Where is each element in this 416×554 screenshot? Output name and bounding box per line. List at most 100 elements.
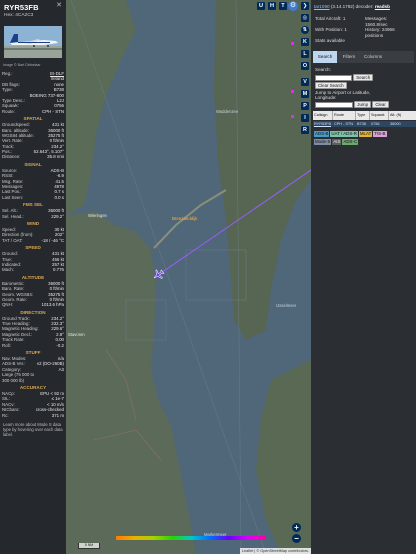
col-callsign[interactable]: Callsign bbox=[313, 111, 333, 120]
section-fms: FMS SEL bbox=[23, 202, 43, 208]
wind-value: -18 / -46 °C bbox=[41, 237, 65, 243]
attribution-text[interactable]: Leaflet | © OpenStreetMap contributors. bbox=[242, 549, 309, 553]
spatial-list: Groundspeed: 431 kt Baro. altitude: 36000 f… bbox=[2, 122, 64, 160]
col-squawk[interactable]: Squawk bbox=[370, 111, 389, 120]
left-footer-note: Learn more about Mode S data type by hov… bbox=[3, 421, 63, 438]
spatial-value: 35.8 nmi bbox=[47, 154, 64, 160]
map-attribution: Leaflet | © OpenStreetMap contributors. bbox=[239, 548, 311, 554]
col-altitude[interactable]: Alt. (ft) bbox=[389, 111, 416, 120]
fms-list: Sel. Alt.: 36000 ft Sel. Head.: 229.2° bbox=[2, 208, 64, 219]
version-text: (3.14.1792) bbox=[330, 3, 355, 9]
signal-label: Last Seen: bbox=[2, 194, 23, 200]
aircraft-info-panel: RYR53FB Hex: 4CA2C3 ✕ Image © Bart Dibbe… bbox=[0, 0, 66, 554]
legend-adsb: ADS-B bbox=[314, 131, 330, 137]
section-direction: DIRECTION bbox=[20, 309, 46, 315]
jump-label: Jump to Airport or Latitude, Longitude: bbox=[315, 90, 371, 100]
jump-button[interactable]: Jump bbox=[354, 101, 372, 108]
marker-magenta-3 bbox=[291, 115, 294, 118]
map-button-u[interactable]: U bbox=[257, 2, 265, 10]
section-stuff: STUFF bbox=[25, 350, 41, 356]
section-speed: SPEED bbox=[25, 245, 41, 251]
legend-modes: Mode-S bbox=[314, 138, 332, 145]
jump-input[interactable] bbox=[315, 101, 353, 109]
tab-search[interactable]: Search bbox=[313, 51, 337, 63]
tar1090-link[interactable]: tar1090 bbox=[314, 4, 330, 9]
aircraft-photo[interactable] bbox=[4, 26, 62, 58]
accuracy-value: 371 m bbox=[51, 412, 64, 418]
source-legend: ADS-B UAT / ADS-R MLAT TIS-B Mode-S AIS ADS-C bbox=[314, 130, 414, 145]
toggle-r[interactable]: R bbox=[301, 126, 309, 134]
tab-filters[interactable]: Filters bbox=[337, 51, 361, 63]
toggle-m[interactable]: M bbox=[301, 90, 309, 98]
map-button-t[interactable]: T bbox=[279, 2, 287, 10]
clear-button[interactable]: Clear bbox=[372, 101, 389, 108]
fms-value: 229.2° bbox=[51, 213, 64, 219]
toggle-i[interactable]: I bbox=[301, 114, 309, 122]
panel-expand-chevron-icon[interactable]: ❯ bbox=[301, 2, 309, 10]
close-icon[interactable]: ✕ bbox=[55, 2, 63, 10]
search-input[interactable] bbox=[315, 74, 352, 82]
search-label: Search: bbox=[315, 67, 331, 72]
tab-columns[interactable]: Columns bbox=[361, 51, 385, 63]
section-signal: SIGNAL bbox=[24, 161, 42, 167]
decoder-label: decoder: bbox=[355, 3, 374, 9]
fms-label: Sel. Head.: bbox=[2, 213, 24, 219]
toggle-l[interactable]: L bbox=[301, 50, 309, 58]
route-value: CPH - STN bbox=[42, 108, 64, 114]
jump-row: Jump Clear bbox=[315, 101, 415, 109]
search-section: Search: Search Clear Search Jump to Airp… bbox=[315, 67, 415, 109]
aircraft-photo-image bbox=[4, 26, 62, 58]
clear-search-button[interactable]: Clear Search bbox=[315, 82, 347, 89]
zoom-in-button[interactable]: + bbox=[292, 523, 301, 532]
legend-tisb: TIS-B bbox=[373, 131, 387, 137]
col-type[interactable]: Type bbox=[356, 111, 370, 120]
legend-uat-adsr: UAT / ADS-R bbox=[330, 131, 358, 137]
legend-ais: AIS bbox=[332, 138, 342, 145]
map-canvas[interactable]: Wieringen Breezanddijk Waddenzee IJsselm… bbox=[66, 0, 311, 554]
accuracy-label: Rc: bbox=[2, 412, 9, 418]
speed-label: Mach: bbox=[2, 267, 14, 273]
layers-icon[interactable]: ◎ bbox=[301, 14, 309, 22]
stats-block: Total Aircraft: 1 Messages: 1560.8/sec Wi… bbox=[315, 16, 415, 44]
accuracy-list: NACp: EPU < 92 m SIL: ≤ 1e-7 NACv: < 10 m/s NI… bbox=[2, 391, 64, 418]
table-row[interactable]: RYR53FB CPH - STN B738 0756 36000 bbox=[313, 121, 416, 127]
label-town1: Wieringen bbox=[88, 213, 108, 218]
section-accuracy: ACCURACY bbox=[19, 384, 47, 390]
signal-list: Source: ADS-B RSSI: -6.9 Msg. Rate: 41.5 Messa… bbox=[2, 168, 64, 200]
wind-label: TAT / OAT: bbox=[2, 237, 23, 243]
sort-icon[interactable]: ⇅ bbox=[301, 26, 309, 34]
toggle-o[interactable]: O bbox=[301, 62, 309, 70]
label-town3: Stavoren bbox=[68, 332, 85, 337]
altitude-label: QNH: bbox=[2, 302, 13, 308]
aircraft-table-header: Callsign Route Type Squawk Alt. (ft) bbox=[313, 111, 416, 120]
clear-search-row: Clear Search bbox=[315, 82, 415, 90]
aircraft-header: RYR53FB Hex: 4CA2C3 ✕ bbox=[2, 1, 64, 23]
altitude-color-legend bbox=[116, 536, 266, 540]
type-label: Type: bbox=[2, 87, 13, 93]
aircraft-hex: Hex: 4CA2C3 bbox=[4, 13, 34, 18]
toggle-v[interactable]: V bbox=[301, 78, 309, 86]
cell-callsign[interactable]: RYR53FB bbox=[313, 121, 333, 127]
decoder-link[interactable]: readsb bbox=[375, 4, 390, 9]
search-button[interactable]: Search bbox=[353, 74, 374, 81]
signal-value: 0.0 s bbox=[54, 194, 64, 200]
altitude-value: 1013.6 hPa bbox=[41, 302, 64, 308]
settings-gear-icon[interactable]: ⚙ bbox=[288, 1, 298, 11]
stuff-value: A3 bbox=[58, 366, 64, 372]
map-scale: 5 NM bbox=[78, 543, 100, 549]
toggle-k[interactable]: K bbox=[301, 38, 309, 46]
speed-value: 0.776 bbox=[53, 267, 64, 273]
map-button-h[interactable]: H bbox=[268, 2, 276, 10]
marker-magenta-1 bbox=[291, 42, 294, 45]
direction-list: Ground Track: 234.2° True Heading: 232.3° Ma… bbox=[2, 316, 64, 348]
direction-label: Roll: bbox=[2, 342, 11, 348]
zoom-out-button[interactable]: − bbox=[292, 534, 301, 543]
stats-available-link[interactable]: Stats available bbox=[315, 38, 415, 44]
altitude-list: Barometric: 36000 ft Baro. Rate: 0 ft/min Ge… bbox=[2, 281, 64, 308]
aircraft-list-panel: tar1090 (3.14.1792) decoder: readsb Tota… bbox=[311, 0, 416, 554]
toggle-p[interactable]: P bbox=[301, 102, 309, 110]
label-water2: IJsselmeer bbox=[276, 303, 297, 308]
col-route[interactable]: Route bbox=[333, 111, 356, 120]
image-credit: Image © Bart Dibbelaar bbox=[3, 63, 41, 67]
map-view[interactable]: Wieringen Breezanddijk Waddenzee IJsselm… bbox=[66, 0, 311, 554]
